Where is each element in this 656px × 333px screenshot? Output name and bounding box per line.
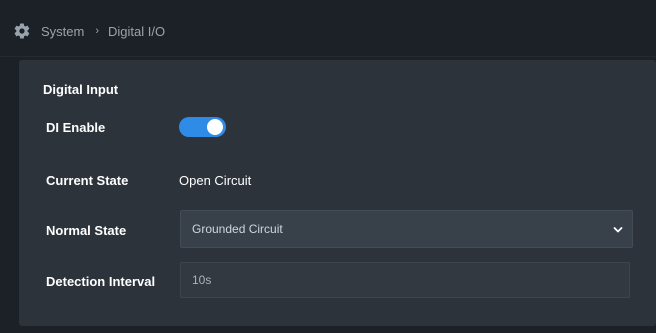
normal-state-label: Normal State [46,223,127,238]
detection-interval-field[interactable]: 10s [180,262,630,298]
chevron-down-icon [613,225,623,235]
gear-icon [13,22,31,40]
current-state-value: Open Circuit [179,173,252,188]
digital-input-card: Digital Input DI Enable Current State Op… [19,60,656,326]
detection-interval-label: Detection Interval [46,274,156,289]
normal-state-select[interactable]: Grounded Circuit [180,210,633,248]
breadcrumb-separator: › [95,25,100,37]
section-title: Digital Input [43,82,119,97]
breadcrumb-digital-io: Digital I/O [108,23,166,39]
toggle-knob [207,119,223,135]
di-enable-label: DI Enable [46,120,106,135]
current-state-label: Current State [46,173,129,188]
page: System › Digital I/O Digital Input DI En… [0,0,656,333]
breadcrumb: System › Digital I/O [13,21,165,41]
detection-interval-value: 10s [192,273,212,287]
normal-state-selected: Grounded Circuit [192,222,283,236]
top-bar: System › Digital I/O [0,0,656,57]
di-enable-toggle[interactable] [179,117,226,137]
breadcrumb-system[interactable]: System [41,24,84,39]
